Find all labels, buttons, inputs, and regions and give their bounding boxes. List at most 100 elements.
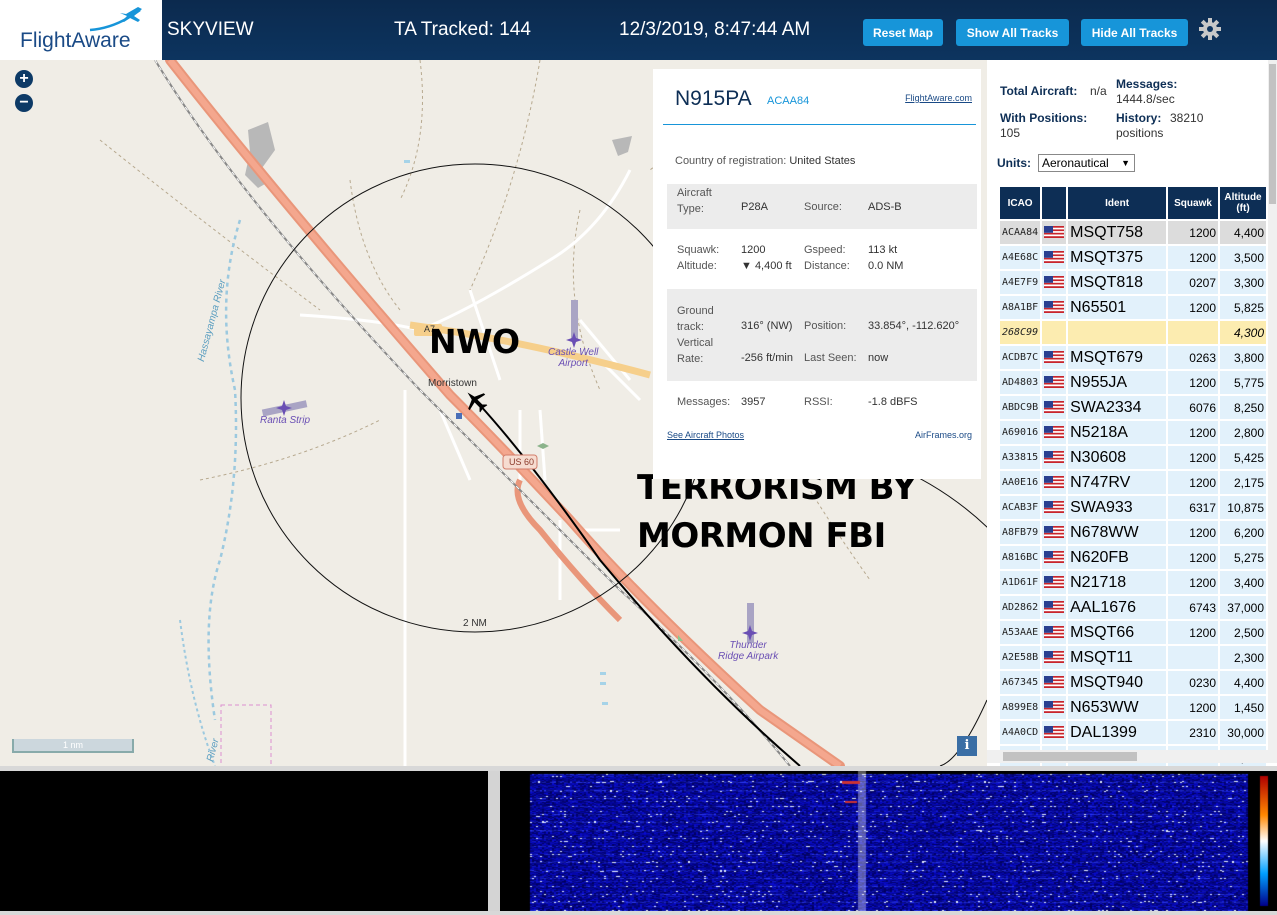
cell-altitude[interactable]: 6,200 [1220, 521, 1266, 544]
cell-ident[interactable]: MSQT11 [1068, 646, 1167, 669]
pane-separator[interactable] [488, 771, 500, 911]
cell-icao[interactable]: A4E68C [1000, 246, 1041, 269]
cell-squawk[interactable]: 1200 [1168, 296, 1218, 319]
cell-icao[interactable]: A8A1BF [1000, 296, 1041, 319]
cell-squawk[interactable]: 1200 [1168, 446, 1218, 469]
cell-ident[interactable]: MSQT375 [1068, 246, 1167, 269]
cell-ident[interactable]: N678WW [1068, 521, 1167, 544]
cell-squawk[interactable]: 0230 [1168, 671, 1218, 694]
cell-ident[interactable]: MSQT940 [1068, 671, 1167, 694]
cell-squawk[interactable]: 2310 [1168, 721, 1218, 744]
cell-altitude[interactable]: 4,400 [1220, 671, 1266, 694]
gear-icon[interactable] [1198, 17, 1222, 41]
col-header-squawk[interactable]: Squawk [1168, 187, 1218, 219]
cell-squawk[interactable] [1168, 646, 1218, 669]
cell-squawk[interactable]: 1200 [1168, 421, 1218, 444]
vertical-scroll-thumb[interactable] [1269, 64, 1276, 204]
cell-ident[interactable]: AAL1676 [1068, 596, 1167, 619]
units-select[interactable]: Aeronautical ▼ [1038, 154, 1135, 172]
table-row[interactable]: A67345 MSQT940 0230 4,400 [1000, 671, 1266, 694]
aircraft-photos-link[interactable]: See Aircraft Photos [667, 430, 744, 440]
cell-squawk[interactable]: 1200 [1168, 221, 1218, 244]
table-row[interactable]: AD4803 N955JA 1200 5,775 [1000, 371, 1266, 394]
reset-map-button[interactable]: Reset Map [863, 19, 943, 46]
table-row[interactable]: ACDB7C MSQT679 0263 3,800 [1000, 346, 1266, 369]
cell-altitude[interactable]: 2,175 [1220, 471, 1266, 494]
cell-icao[interactable]: A53AAE [1000, 621, 1041, 644]
table-row[interactable]: A4E68C MSQT375 1200 3,500 [1000, 246, 1266, 269]
cell-ident[interactable]: MSQT679 [1068, 346, 1167, 369]
flightaware-link[interactable]: FlightAware.com [905, 93, 972, 103]
cell-icao[interactable]: ACAB3F [1000, 496, 1041, 519]
cell-icao[interactable]: A1D61F [1000, 571, 1041, 594]
table-row[interactable]: ACAB3F SWA933 6317 10,875 [1000, 496, 1266, 519]
table-row[interactable]: A33815 N30608 1200 5,425 [1000, 446, 1266, 469]
table-row[interactable]: A8A1BF N65501 1200 5,825 [1000, 296, 1266, 319]
cell-ident[interactable]: MSQT818 [1068, 271, 1167, 294]
table-row[interactable]: A816BC N620FB 1200 5,275 [1000, 546, 1266, 569]
cell-icao[interactable]: AA0E16 [1000, 471, 1041, 494]
cell-icao[interactable]: A4A0CD [1000, 721, 1041, 744]
cell-ident[interactable]: N30608 [1068, 446, 1167, 469]
cell-icao[interactable]: ACDB7C [1000, 346, 1041, 369]
cell-ident[interactable]: N21718 [1068, 571, 1167, 594]
cell-icao[interactable]: AD2862 [1000, 596, 1041, 619]
cell-altitude[interactable]: 10,875 [1220, 496, 1266, 519]
cell-altitude[interactable]: 5,775 [1220, 371, 1266, 394]
cell-altitude[interactable]: 4,400 [1220, 221, 1266, 244]
cell-altitude[interactable]: 3,800 [1220, 346, 1266, 369]
cell-icao[interactable]: A2E58B [1000, 646, 1041, 669]
col-header-icao[interactable]: ICAO [1000, 187, 1041, 219]
cell-squawk[interactable]: 0207 [1168, 271, 1218, 294]
cell-icao[interactable]: A899E8 [1000, 696, 1041, 719]
cell-icao[interactable]: A69016 [1000, 421, 1041, 444]
cell-squawk[interactable] [1168, 321, 1218, 344]
table-row[interactable]: A4E7F9 MSQT818 0207 3,300 [1000, 271, 1266, 294]
zoom-in-button[interactable]: + [15, 70, 33, 88]
cell-ident[interactable]: N747RV [1068, 471, 1167, 494]
cell-altitude[interactable]: 3,400 [1220, 571, 1266, 594]
horizontal-scroll-thumb[interactable] [1003, 752, 1137, 761]
cell-ident[interactable]: N955JA [1068, 371, 1167, 394]
cell-icao[interactable]: A8FB79 [1000, 521, 1041, 544]
table-row[interactable]: A4A0CD DAL1399 2310 30,000 [1000, 721, 1266, 744]
cell-icao[interactable]: A816BC [1000, 546, 1041, 569]
cell-squawk[interactable]: 1200 [1168, 471, 1218, 494]
cell-squawk[interactable]: 1200 [1168, 621, 1218, 644]
cell-ident[interactable]: N65501 [1068, 296, 1167, 319]
cell-squawk[interactable]: 1200 [1168, 546, 1218, 569]
cell-altitude[interactable]: 3,500 [1220, 246, 1266, 269]
table-row[interactable]: A69016 N5218A 1200 2,800 [1000, 421, 1266, 444]
table-row[interactable]: 268C99 4,300 [1000, 321, 1266, 344]
col-header-flag[interactable] [1042, 187, 1067, 219]
cell-altitude[interactable]: 1,450 [1220, 696, 1266, 719]
cell-icao[interactable]: A4E7F9 [1000, 271, 1041, 294]
cell-ident[interactable]: MSQT66 [1068, 621, 1167, 644]
cell-altitude[interactable]: 2,800 [1220, 421, 1266, 444]
table-row[interactable]: AD2862 AAL1676 6743 37,000 [1000, 596, 1266, 619]
cell-squawk[interactable]: 1200 [1168, 246, 1218, 269]
col-header-altitude[interactable]: Altitude (ft) [1220, 187, 1266, 219]
col-header-ident[interactable]: Ident [1068, 187, 1167, 219]
table-row[interactable]: A8FB79 N678WW 1200 6,200 [1000, 521, 1266, 544]
cell-altitude[interactable]: 5,425 [1220, 446, 1266, 469]
cell-squawk[interactable]: 1200 [1168, 696, 1218, 719]
cell-ident[interactable] [1068, 321, 1167, 344]
cell-icao[interactable]: ACAA84 [1000, 221, 1041, 244]
cell-ident[interactable]: DAL1399 [1068, 721, 1167, 744]
cell-altitude[interactable]: 4,300 [1220, 321, 1266, 344]
cell-icao[interactable]: ABDC9B [1000, 396, 1041, 419]
cell-squawk[interactable]: 6317 [1168, 496, 1218, 519]
cell-icao[interactable]: 268C99 [1000, 321, 1041, 344]
table-row[interactable]: A2E58B MSQT11 2,300 [1000, 646, 1266, 669]
cell-ident[interactable]: SWA2334 [1068, 396, 1167, 419]
cell-squawk[interactable]: 1200 [1168, 521, 1218, 544]
cell-icao[interactable]: A33815 [1000, 446, 1041, 469]
flightaware-logo[interactable]: FlightAware [0, 0, 162, 60]
cell-squawk[interactable]: 1200 [1168, 371, 1218, 394]
cell-altitude[interactable]: 5,275 [1220, 546, 1266, 569]
hide-all-tracks-button[interactable]: Hide All Tracks [1081, 19, 1188, 46]
cell-altitude[interactable]: 30,000 [1220, 721, 1266, 744]
cell-ident[interactable]: MSQT758 [1068, 221, 1167, 244]
cell-ident[interactable]: N620FB [1068, 546, 1167, 569]
